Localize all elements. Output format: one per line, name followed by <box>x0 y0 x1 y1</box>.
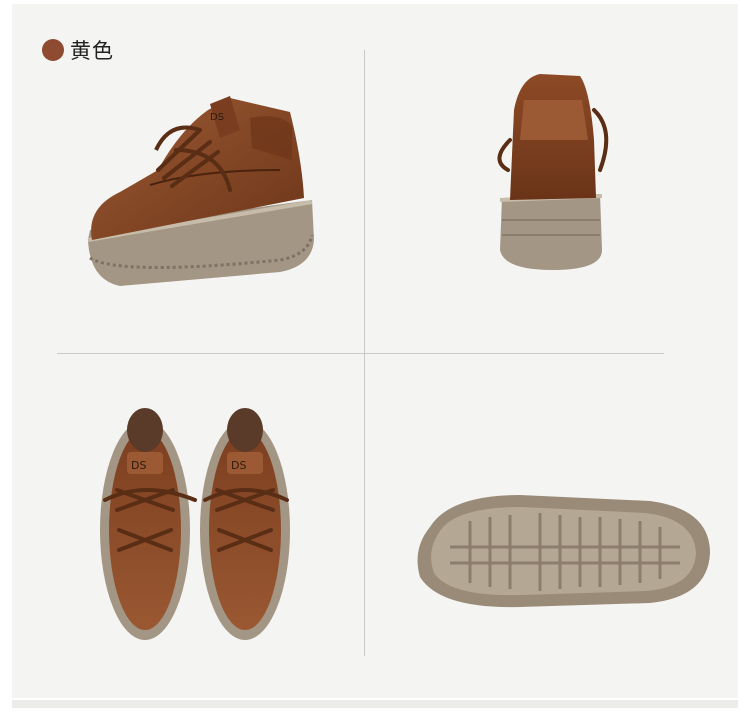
bottom-divider <box>12 700 738 708</box>
svg-text:DS: DS <box>131 459 146 472</box>
shoe-back-view-image <box>497 74 609 270</box>
shoe-pair-top-view-image: DS DS <box>100 408 290 640</box>
shoe-sole-view-image <box>417 495 710 608</box>
color-label: 黄色 <box>42 35 114 65</box>
shoe-side-view-image: DS <box>87 96 314 286</box>
horizontal-divider <box>57 353 664 354</box>
color-name: 黄色 <box>70 39 114 63</box>
svg-text:DS: DS <box>210 112 224 123</box>
svg-text:DS: DS <box>231 459 246 472</box>
color-swatch <box>42 39 64 61</box>
